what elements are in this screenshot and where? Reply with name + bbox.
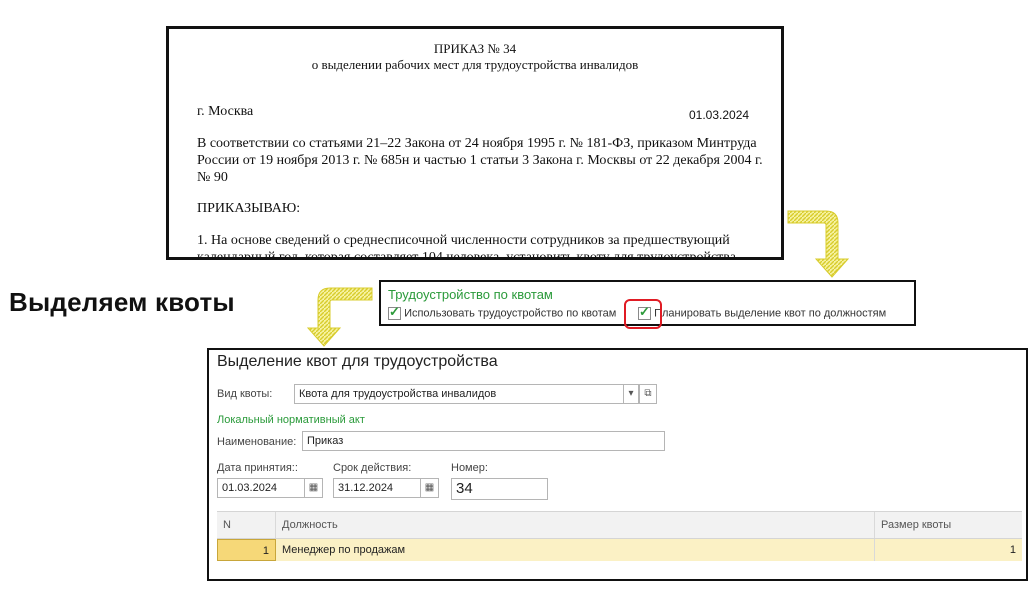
arrow-icon	[787, 210, 850, 278]
name-field[interactable]: Приказ	[302, 431, 665, 451]
table-header: N Должность Размер квоты	[217, 512, 1022, 539]
name-label: Наименование:	[217, 436, 297, 448]
quota-table: N Должность Размер квоты 1 Менеджер по п…	[217, 511, 1022, 561]
calendar-icon[interactable]: ▦	[304, 478, 323, 498]
term-field[interactable]: 31.12.2024	[333, 478, 421, 498]
page-heading: Выделяем квоты	[9, 287, 235, 317]
plan-by-position-label: Планировать выделение квот по должностям	[654, 307, 887, 320]
form-title: Выделение квот для трудоустройства	[217, 353, 498, 370]
document-item1: 1. На основе сведений о среднесписочной …	[197, 233, 736, 260]
table-row[interactable]: 1 Менеджер по продажам 1	[217, 539, 1022, 561]
dropdown-arrow-icon[interactable]: ▾	[623, 384, 639, 404]
document-city: г. Москва	[197, 104, 254, 119]
document-title-line1: ПРИКАЗ № 34	[433, 41, 517, 56]
document-orders: ПРИКАЗЫВАЮ:	[197, 201, 301, 216]
quota-type-label: Вид квоты:	[217, 388, 273, 400]
arrow-icon	[306, 287, 373, 347]
quota-form-window: Выделение квот для трудоустройства Вид к…	[207, 348, 1028, 581]
column-header-quota[interactable]: Размер квоты	[875, 512, 1022, 538]
quota-settings-panel: Трудоустройство по квотам ✓ Использовать…	[379, 280, 916, 329]
row-number[interactable]: 1	[217, 539, 276, 561]
order-document: ПРИКАЗ № 34 о выделении рабочих мест для…	[166, 26, 784, 260]
row-position[interactable]: Менеджер по продажам	[276, 539, 875, 561]
number-field[interactable]: 34	[451, 478, 548, 500]
document-date: 01.03.2024	[689, 108, 750, 122]
calendar-icon[interactable]: ▦	[420, 478, 439, 498]
use-quota-option[interactable]: ✓ Использовать трудоустройство по квотам	[388, 304, 617, 320]
highlight-box	[624, 299, 662, 329]
column-header-position[interactable]: Должность	[276, 512, 875, 538]
number-label: Номер:	[451, 462, 488, 474]
date-label: Дата принятия::	[217, 462, 298, 474]
settings-title: Трудоустройство по квотам	[388, 287, 553, 302]
document-paragraph: В соответствии со статьями 21–22 Закона …	[197, 136, 763, 185]
document-title: ПРИКАЗ № 34 о выделении рабочих мест для…	[169, 41, 781, 73]
open-icon[interactable]: ⧉	[639, 384, 657, 404]
plan-by-position-option[interactable]: ✓ Планировать выделение квот по должност…	[638, 304, 887, 320]
column-header-n[interactable]: N	[217, 512, 276, 538]
checkmark-icon: ✓	[389, 304, 400, 319]
row-quota[interactable]: 1	[875, 539, 1022, 561]
section-label: Локальный нормативный акт	[217, 414, 365, 426]
date-field[interactable]: 01.03.2024	[217, 478, 305, 498]
use-quota-label: Использовать трудоустройство по квотам	[404, 307, 617, 320]
term-label: Срок действия:	[333, 462, 412, 474]
use-quota-checkbox[interactable]: ✓	[388, 304, 401, 320]
document-title-line2: о выделении рабочих мест для трудоустрой…	[311, 57, 639, 72]
quota-type-field[interactable]: Квота для трудоустройства инвалидов	[294, 384, 624, 404]
